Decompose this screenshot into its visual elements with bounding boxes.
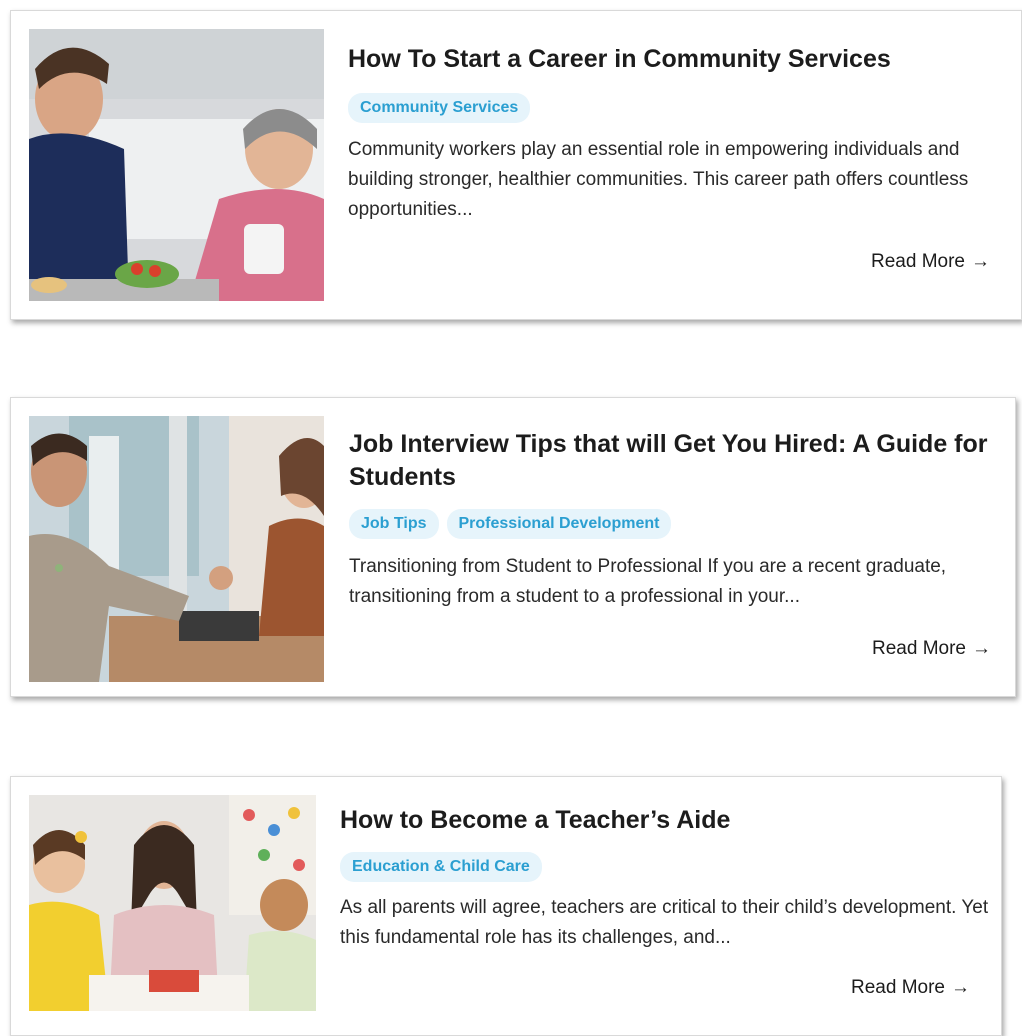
arrow-right-icon: → [951, 977, 970, 998]
tag-professional-development[interactable]: Professional Development [446, 509, 672, 539]
arrow-right-icon: → [971, 251, 990, 272]
read-more-link[interactable]: Read More → [872, 638, 991, 660]
tag-community-services[interactable]: Community Services [348, 93, 531, 123]
read-more-label: Read More [871, 251, 965, 272]
post-thumbnail-job-interview[interactable] [29, 416, 324, 682]
post-thumbnail-community-services[interactable] [29, 29, 324, 301]
read-more-link[interactable]: Read More → [851, 977, 970, 999]
arrow-right-icon: → [972, 638, 991, 659]
post-title[interactable]: How to Become a Teacher’s Aide [340, 804, 730, 837]
read-more-label: Read More [851, 977, 945, 998]
post-thumbnail-teachers-aide[interactable] [29, 795, 316, 1011]
post-card: How To Start a Career in Community Servi… [10, 10, 1022, 320]
read-more-link[interactable]: Read More → [871, 251, 990, 273]
tag-list: Community Services [348, 93, 531, 123]
tag-education-child-care[interactable]: Education & Child Care [340, 852, 542, 882]
tag-list: Education & Child Care [340, 852, 542, 882]
post-card: How to Become a Teacher’s Aide Education… [10, 776, 1002, 1036]
post-excerpt: As all parents will agree, teachers are … [340, 897, 989, 948]
post-title[interactable]: How To Start a Career in Community Servi… [348, 43, 891, 76]
read-more-label: Read More [872, 638, 966, 659]
post-excerpt: Transitioning from Student to Profession… [349, 556, 947, 607]
tag-job-tips[interactable]: Job Tips [349, 509, 439, 539]
post-excerpt: Community workers play an essential role… [348, 139, 969, 220]
post-title[interactable]: Job Interview Tips that will Get You Hir… [349, 428, 1009, 494]
tag-list: Job Tips Professional Development [349, 509, 672, 539]
post-card: Job Interview Tips that will Get You Hir… [10, 397, 1016, 697]
